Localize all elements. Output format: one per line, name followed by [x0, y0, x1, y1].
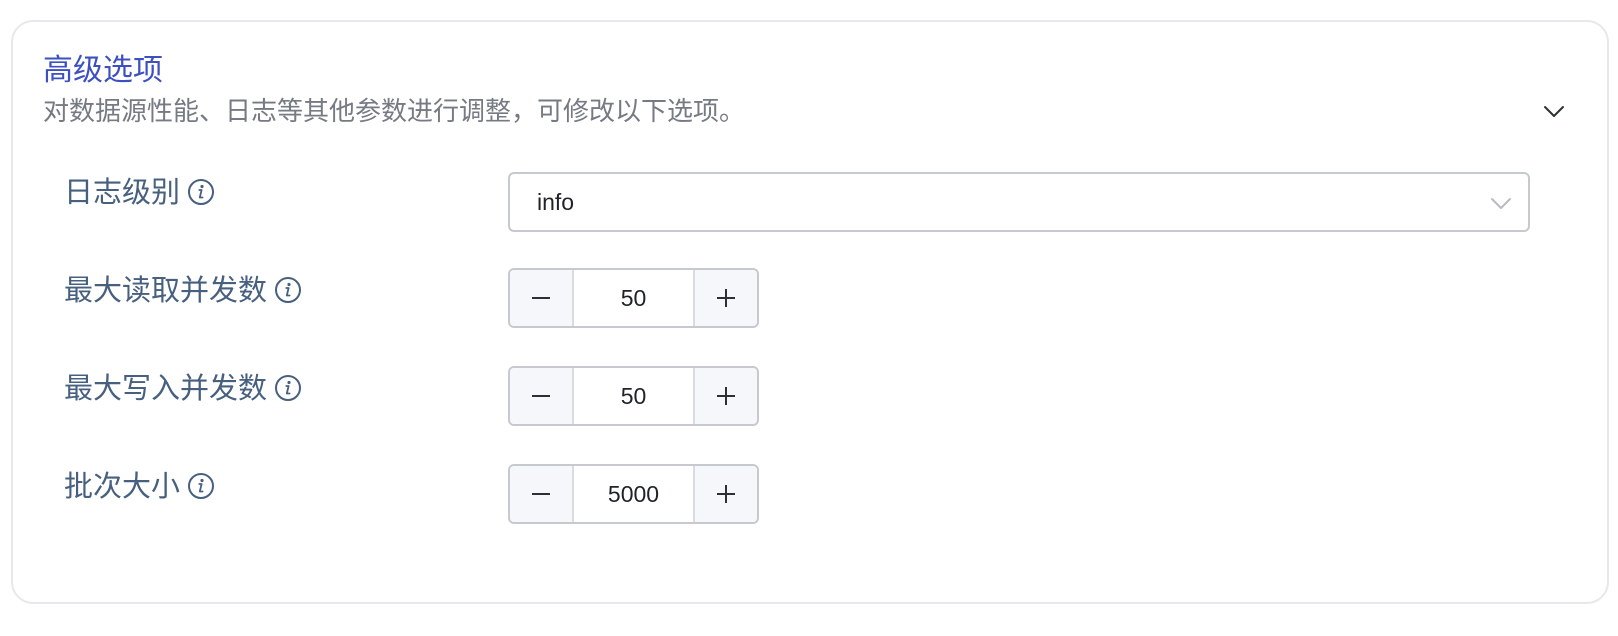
- chevron-down-icon: [1486, 188, 1516, 218]
- info-circle-icon[interactable]: [274, 276, 302, 304]
- log-level-selected-value: info: [537, 189, 575, 215]
- plus-icon: [717, 289, 735, 307]
- increment-button[interactable]: [693, 270, 757, 326]
- max-read-concurrency-input[interactable]: 50: [574, 270, 693, 326]
- max-read-concurrency-stepper: 50: [508, 268, 759, 328]
- batch-size-label-group: 批次大小: [64, 466, 215, 506]
- max-read-concurrency-label: 最大读取并发数: [64, 273, 268, 307]
- decrement-button[interactable]: [510, 466, 574, 522]
- decrement-button[interactable]: [510, 368, 574, 424]
- info-circle-icon[interactable]: [274, 374, 302, 402]
- minus-icon: [532, 493, 550, 495]
- max-write-concurrency-label-group: 最大写入并发数: [64, 368, 302, 408]
- batch-size-input[interactable]: 5000: [574, 466, 693, 522]
- panel-title: 高级选项: [43, 53, 163, 88]
- log-level-label-group: 日志级别: [64, 172, 215, 212]
- plus-icon: [717, 485, 735, 503]
- minus-icon: [532, 395, 550, 397]
- increment-button[interactable]: [693, 466, 757, 522]
- max-read-concurrency-label-group: 最大读取并发数: [64, 270, 302, 310]
- log-level-label: 日志级别: [64, 175, 181, 209]
- advanced-options-panel: 高级选项 对数据源性能、日志等其他参数进行调整，可修改以下选项。 日志级别 in…: [11, 20, 1609, 604]
- plus-icon: [717, 387, 735, 405]
- batch-size-label: 批次大小: [64, 469, 181, 503]
- info-circle-icon[interactable]: [187, 472, 215, 500]
- decrement-button[interactable]: [510, 270, 574, 326]
- max-write-concurrency-input[interactable]: 50: [574, 368, 693, 424]
- info-circle-icon[interactable]: [187, 178, 215, 206]
- minus-icon: [532, 297, 550, 299]
- max-write-concurrency-label: 最大写入并发数: [64, 371, 268, 405]
- collapse-toggle-button[interactable]: [1537, 94, 1571, 128]
- increment-button[interactable]: [693, 368, 757, 424]
- log-level-select[interactable]: info: [508, 172, 1530, 232]
- batch-size-stepper: 5000: [508, 464, 759, 524]
- panel-description: 对数据源性能、日志等其他参数进行调整，可修改以下选项。: [43, 97, 746, 127]
- max-write-concurrency-stepper: 50: [508, 366, 759, 426]
- chevron-down-icon: [1544, 106, 1564, 117]
